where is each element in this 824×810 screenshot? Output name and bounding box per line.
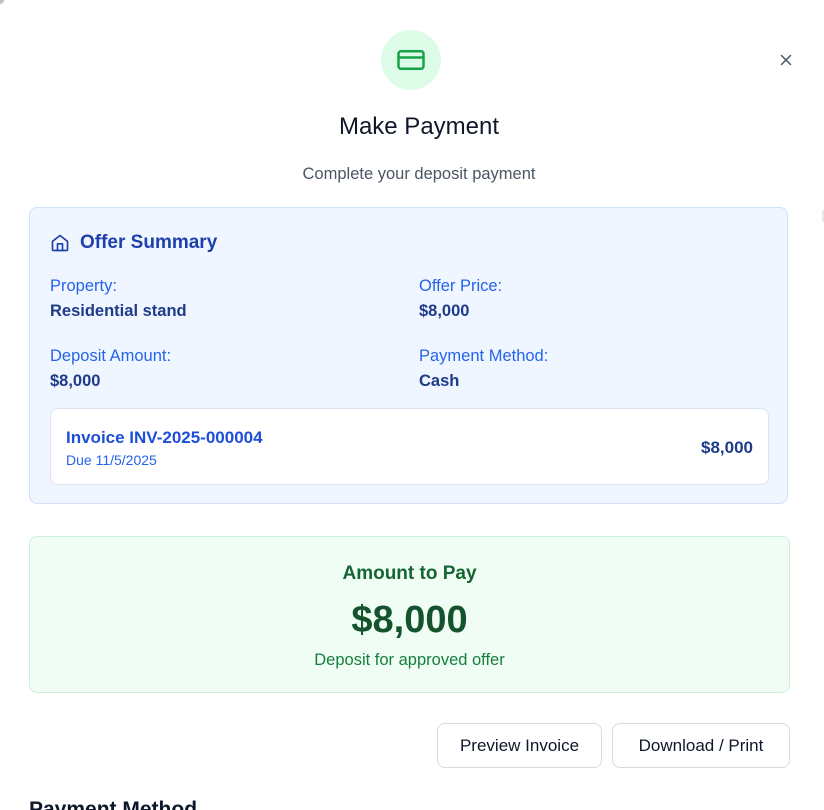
deposit-amount-value: $8,000	[50, 372, 101, 390]
offer-summary-card: Offer Summary Property: Residential stan…	[29, 207, 788, 504]
dialog-subtitle: Complete your deposit payment	[302, 165, 536, 183]
payment-method-label: Payment Method:	[419, 347, 549, 365]
offer-price-label: Offer Price:	[419, 277, 503, 295]
invoice-amount: $8,000	[701, 438, 753, 457]
property-label: Property:	[50, 277, 117, 295]
payment-method-value: Cash	[419, 372, 460, 390]
offer-price-value: $8,000	[419, 302, 470, 320]
offer-summary-title: Offer Summary	[80, 232, 218, 253]
deposit-amount-label: Deposit Amount:	[50, 347, 172, 365]
payment-dialog: Make Payment Complete your deposit payme…	[0, 0, 824, 810]
close-icon	[780, 54, 792, 66]
amount-to-pay-note: Deposit for approved offer	[314, 651, 505, 669]
preview-invoice-button[interactable]: Preview Invoice	[437, 723, 602, 768]
credit-card-icon	[381, 30, 441, 90]
amount-to-pay-label: Amount to Pay	[342, 563, 477, 584]
invoice-due-date: Due 11/5/2025	[66, 452, 157, 468]
payment-method-heading: Payment Method	[29, 798, 198, 810]
amount-to-pay-value: $8,000	[351, 599, 468, 641]
close-button[interactable]	[774, 48, 798, 72]
invoice-number: Invoice INV-2025-000004	[66, 428, 263, 447]
dialog-title: Make Payment	[338, 113, 500, 140]
home-icon	[51, 234, 69, 252]
invoice-item: Invoice INV-2025-000004 Due 11/5/2025 $8…	[50, 408, 769, 485]
property-value: Residential stand	[50, 302, 187, 320]
window-corner	[0, 0, 8, 8]
download-print-button[interactable]: Download / Print	[612, 723, 790, 768]
offer-summary-header: Offer Summary	[50, 232, 217, 254]
amount-to-pay-card: Amount to Pay $8,000 Deposit for approve…	[29, 536, 790, 693]
